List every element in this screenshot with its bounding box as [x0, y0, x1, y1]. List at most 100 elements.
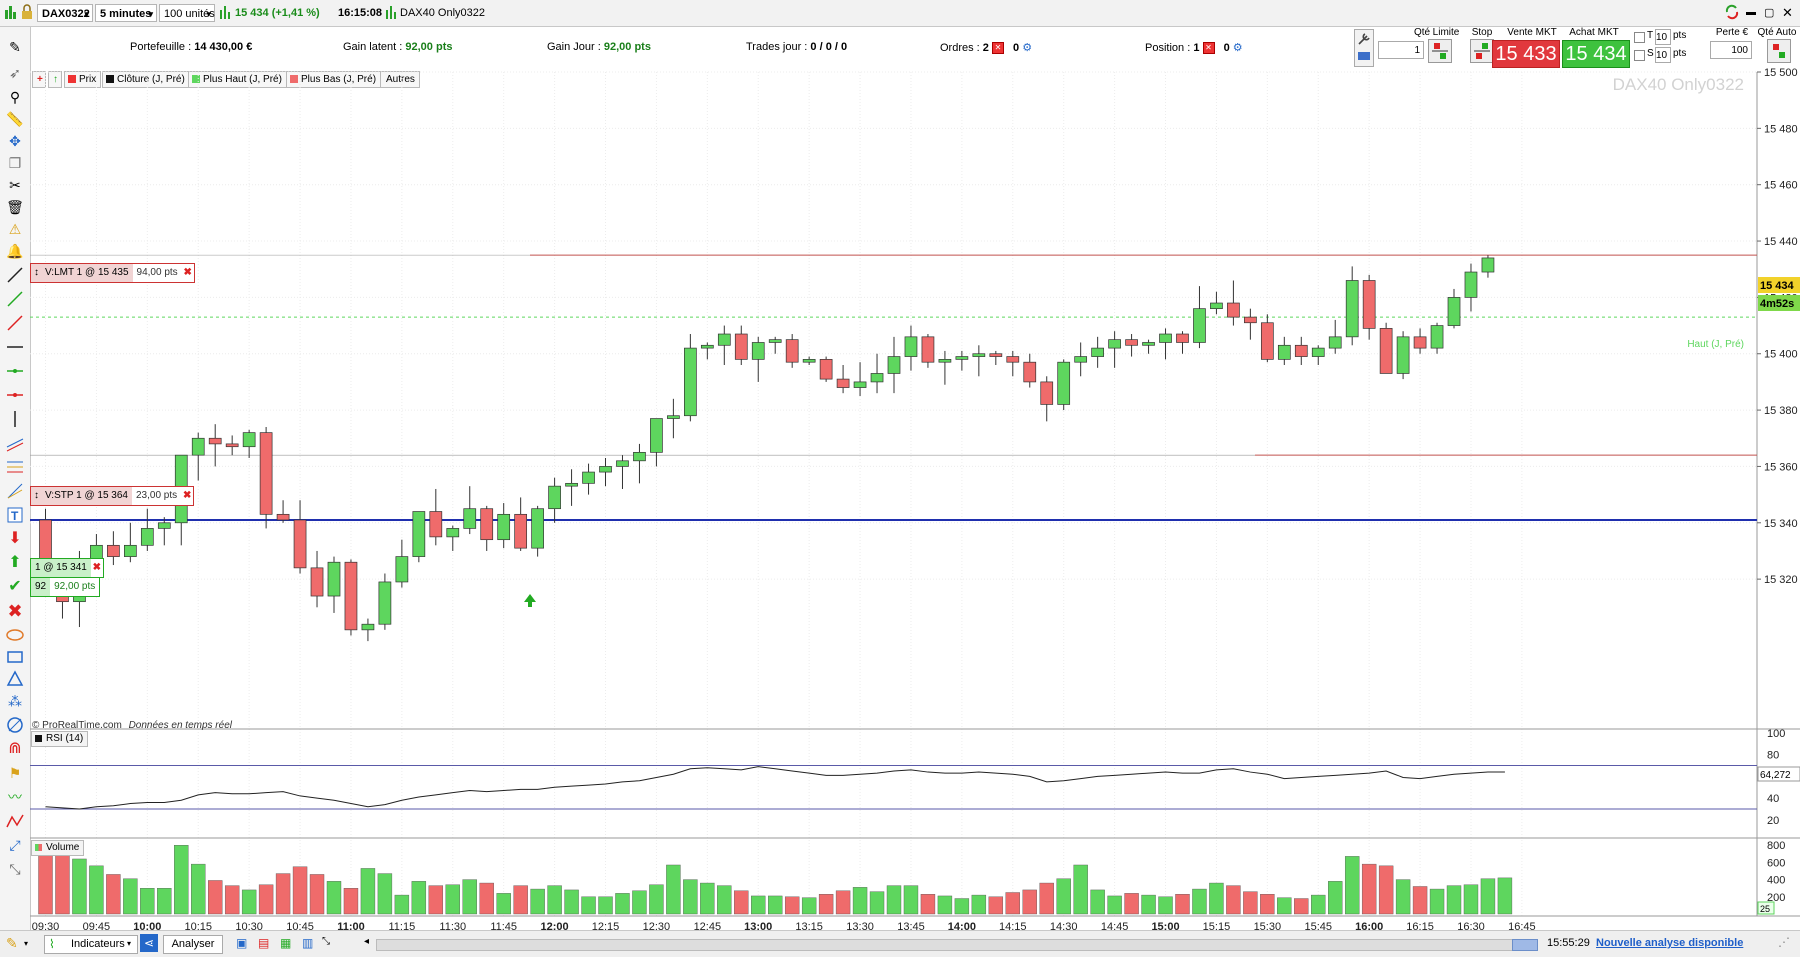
- resize-grip-icon[interactable]: ⋰: [1778, 935, 1790, 949]
- candle-body: [1362, 280, 1376, 329]
- grid: [30, 71, 1757, 916]
- volume-bar: [818, 894, 834, 915]
- candle-body: [276, 513, 290, 521]
- volume-bar: [649, 884, 664, 915]
- volume-bar: [988, 896, 1004, 915]
- position-qty: 92: [31, 578, 51, 596]
- volume-bar: [191, 863, 206, 915]
- candle-body: [1379, 328, 1393, 374]
- volume-bar: [1107, 895, 1122, 915]
- pencil-icon[interactable]: ✎: [6, 935, 18, 952]
- rsi-tick-label: 20: [1767, 815, 1779, 827]
- countdown: 4m52s: [1760, 298, 1794, 310]
- scrollbar-thumb[interactable]: [1512, 939, 1538, 951]
- candle-body: [1057, 361, 1071, 405]
- volume-bar: [886, 885, 902, 915]
- volume-bar: [1226, 885, 1241, 915]
- candle-body: [768, 339, 782, 343]
- status-time: 15:55:29: [1547, 937, 1590, 949]
- candle-body: [395, 556, 409, 583]
- volume-bar: [1175, 894, 1190, 915]
- volume-bar: [835, 890, 851, 915]
- limit-order-tag[interactable]: ↕ V:LMT 1 @ 15 435 94,00 pts ✖: [30, 263, 195, 283]
- cancel-limit-order-icon[interactable]: ✖: [182, 267, 194, 279]
- stop-order-tag[interactable]: ↕ V:STP 1 @ 15 364 23,00 pts ✖: [30, 486, 195, 506]
- candle-body: [107, 544, 120, 557]
- candle-body: [1481, 257, 1495, 273]
- volume-bar: [615, 893, 630, 915]
- volume-bar: [530, 888, 545, 915]
- volume-bar: [309, 874, 325, 915]
- layout-icon[interactable]: ▤: [258, 936, 269, 950]
- candle-body: [344, 561, 358, 631]
- candle-body: [853, 381, 867, 388]
- candle-body: [1277, 344, 1291, 360]
- price-tick-label: 15 380: [1764, 405, 1798, 417]
- candle-body: [1091, 347, 1104, 357]
- chart-area[interactable]: DAX40 Only0322 20406080100 200400600800 …: [0, 0, 1800, 956]
- grid-icon[interactable]: ▦: [280, 936, 291, 950]
- volume-bar: [38, 851, 53, 915]
- candle-body: [514, 513, 528, 549]
- candle-body: [667, 415, 680, 419]
- candle-body: [802, 359, 816, 363]
- volume-bar: [72, 858, 87, 915]
- volume-title-label: Volume: [46, 842, 80, 853]
- volume-pane: 200400600800: [38, 840, 1785, 915]
- volume-bar: [1022, 889, 1037, 915]
- volume-title[interactable]: Volume: [31, 840, 85, 856]
- volume-bar: [801, 897, 817, 915]
- volume-bar: [411, 881, 427, 915]
- chevron-down-icon[interactable]: ▾: [127, 939, 131, 948]
- candle-body: [446, 528, 460, 538]
- volume-bar: [1412, 886, 1428, 915]
- volume-bar: [123, 878, 138, 915]
- credit-suffix: Données en temps réel: [129, 720, 233, 731]
- expand-icon[interactable]: ⤡: [322, 936, 330, 947]
- share-icon[interactable]: ⋖: [140, 934, 158, 952]
- position-tag[interactable]: 1 @ 15 341 ✖: [30, 558, 104, 578]
- volume-bar: [241, 889, 257, 915]
- volume-bar: [1446, 885, 1462, 915]
- volume-bar: [564, 889, 579, 915]
- candle-body: [785, 339, 799, 363]
- drag-handle-icon: ↕: [34, 267, 39, 278]
- volume-bar: [479, 882, 494, 915]
- candle-body: [208, 437, 222, 445]
- volume-bar: [1311, 894, 1326, 915]
- volume-bar: [360, 868, 376, 915]
- candle-body: [565, 482, 578, 487]
- scroll-left-icon[interactable]: ◂: [364, 936, 369, 947]
- candle-body: [548, 485, 561, 510]
- window-icon[interactable]: ▥: [302, 936, 313, 950]
- volume-bar: [1158, 896, 1173, 915]
- rsi-title[interactable]: RSI (14): [31, 731, 89, 747]
- volume-bar: [598, 896, 613, 915]
- horizontal-scrollbar[interactable]: [376, 939, 1538, 951]
- candle-body: [633, 451, 646, 462]
- volume-bar: [343, 888, 359, 915]
- cancel-stop-order-icon[interactable]: ✖: [181, 490, 193, 502]
- volume-bar: [1328, 881, 1343, 915]
- volume-bar: [903, 885, 919, 915]
- new-analysis-link[interactable]: Nouvelle analyse disponible: [1596, 937, 1743, 949]
- volume-bar: [224, 885, 240, 915]
- volume-bar: [445, 884, 460, 915]
- analyse-button[interactable]: Analyser: [163, 935, 223, 954]
- volume-bar: [1378, 865, 1394, 915]
- volume-bar: [1463, 884, 1479, 915]
- volume-swatch: [35, 844, 42, 851]
- indicators-button[interactable]: ⌇ Indicateurs: [44, 935, 138, 954]
- candle-body: [157, 522, 171, 529]
- close-position-tag-icon[interactable]: ✖: [91, 562, 103, 574]
- position-pts: 92,00 pts: [50, 578, 100, 596]
- chevron-down-icon[interactable]: ▾: [24, 939, 28, 948]
- candle-body: [1244, 316, 1257, 324]
- screen-icon[interactable]: ▣: [236, 936, 247, 950]
- volume-bar: [106, 874, 121, 915]
- haut-label: Haut (J, Pré): [1687, 339, 1744, 350]
- candle-body: [1260, 322, 1274, 360]
- volume-bar: [326, 881, 342, 915]
- candle-body: [242, 432, 256, 448]
- candle-body: [1464, 271, 1478, 298]
